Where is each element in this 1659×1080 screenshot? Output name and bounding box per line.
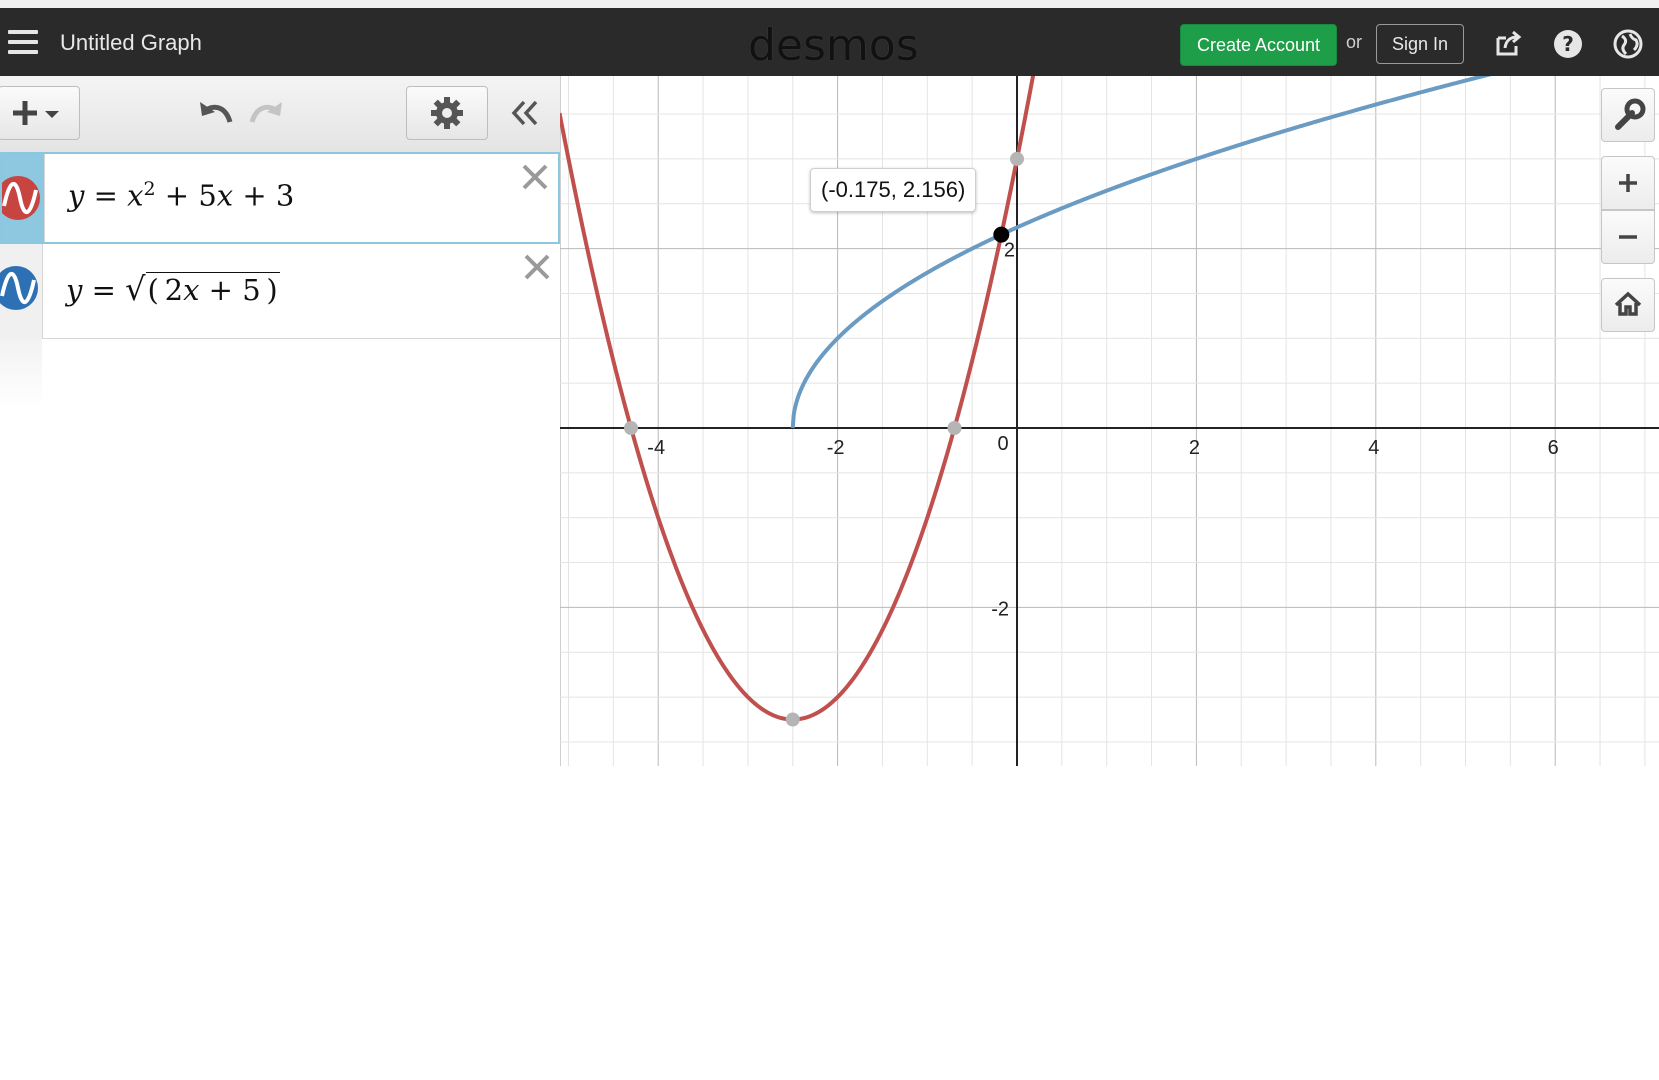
add-item-button[interactable] [0,86,80,140]
blue-wave-icon [0,266,38,310]
svg-text:?: ? [1562,32,1574,56]
point-coordinate-label: (-0.175, 2.156) [810,168,977,212]
intersection-point [993,226,1010,243]
top-strip [0,0,1659,8]
y-tick-label: -2 [991,598,1009,620]
x-tick-label: -4 [647,437,665,459]
x-tick-label: 0 [997,433,1008,455]
y-tick-label: 2 [1004,240,1015,262]
graph-canvas[interactable]: -4 -2 0 2 4 6 2 -2 [560,76,1659,766]
home-icon [1614,291,1642,316]
expression-toolbar [0,76,560,153]
redo-icon[interactable] [246,92,286,132]
x-tick-label: 6 [1548,437,1559,459]
undo-icon[interactable] [196,92,236,132]
x-tick-label: -2 [827,437,845,459]
delete-expression-icon[interactable] [522,252,552,282]
point-of-interest [785,712,800,727]
wrench-icon [1615,98,1646,130]
globe-icon[interactable] [1612,28,1644,60]
plus-dropdown-icon [13,101,59,125]
expression-row-1[interactable]: y = x2 + 5x + 3 [0,152,560,244]
expression-math-2[interactable]: y = √( 2x + 5 ) [66,270,280,308]
point-of-interest [1010,151,1024,166]
plus-icon [1619,174,1637,192]
sqrt-curve [790,76,1492,429]
x-tick-label: 4 [1368,437,1379,459]
point-of-interest [624,421,639,435]
minus-icon [1619,235,1637,239]
graph-settings-button[interactable] [1601,88,1655,142]
expression-color-tab-1[interactable] [0,154,45,242]
red-wave-icon [0,176,40,220]
share-icon[interactable] [1492,28,1524,60]
header-bar: Untitled Graph desmos Create Account or … [0,8,1659,76]
delete-expression-icon[interactable] [520,162,550,192]
empty-expression-row[interactable] [0,338,42,408]
graph-paper[interactable]: -4 -2 0 2 4 6 2 -2 [560,76,1659,766]
point-of-interest [947,421,962,435]
zoom-out-button[interactable] [1601,210,1655,264]
sign-in-button[interactable]: Sign In [1376,24,1464,64]
or-text: or [1346,32,1363,52]
gear-icon [431,97,463,129]
graph-title[interactable]: Untitled Graph [60,30,202,56]
zoom-in-button[interactable] [1601,156,1655,210]
expression-math-1[interactable]: y = x2 + 5x + 3 [68,178,294,213]
menu-icon[interactable] [8,30,38,54]
desmos-logo: desmos [748,20,919,71]
home-button[interactable] [1601,278,1655,332]
settings-button[interactable] [406,86,488,140]
expression-color-tab-2[interactable] [0,244,43,338]
expression-row-2[interactable]: y = √( 2x + 5 ) [0,244,560,339]
x-tick-label: 2 [1189,437,1200,459]
double-chevron-left-icon[interactable] [508,96,542,130]
create-account-button[interactable]: Create Account [1180,24,1337,66]
expression-panel: y = x2 + 5x + 3 y = √( 2x + 5 ) [0,76,561,766]
help-icon[interactable]: ? [1552,28,1584,60]
